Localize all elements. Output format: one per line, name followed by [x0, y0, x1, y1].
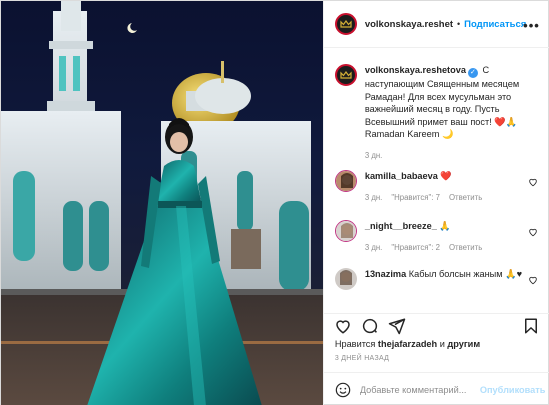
comment-username[interactable]: kamilla_babaeva	[365, 171, 438, 181]
comment-item: 13nazima Кабыл болсын жаным 🙏♥	[334, 268, 545, 290]
comment-age[interactable]: 3 дн.	[365, 242, 383, 255]
comment-likes[interactable]: "Нравится": 7	[391, 192, 440, 205]
comment-meta: 3 дн. "Нравится": 7 Ответить	[365, 192, 525, 205]
follow-button[interactable]: Подписаться	[464, 19, 526, 30]
comment-age[interactable]: 3 дн.	[365, 192, 383, 205]
crown-logo-icon	[340, 20, 352, 28]
comment-username[interactable]: 13nazima	[365, 269, 406, 279]
comment-body: kamilla_babaeva ❤️ 3 дн. "Нравится": 7 О…	[365, 170, 525, 204]
comment-body: _night__breeze_ 🙏 3 дн. "Нравится": 2 От…	[365, 220, 525, 254]
post-header: volkonskaya.reshet • Подписаться •••	[323, 1, 549, 48]
comment-icon[interactable]	[361, 317, 379, 335]
likes-others[interactable]: другим	[447, 339, 480, 349]
likes-summary: Нравится thejafarzadeh и другим	[335, 339, 480, 349]
like-comment-heart-icon[interactable]	[528, 275, 538, 285]
likes-user[interactable]: thejafarzadeh	[378, 339, 437, 349]
instagram-post: volkonskaya.reshet • Подписаться ••• vol…	[0, 0, 549, 405]
publish-button[interactable]: Опубликовать	[480, 385, 546, 395]
more-options-icon[interactable]: •••	[523, 18, 540, 33]
comment-meta: 3 дн. "Нравится": 2 Ответить	[365, 242, 525, 255]
comment-username[interactable]: _night__breeze_	[365, 221, 437, 231]
post-photo[interactable]	[1, 1, 323, 405]
caption-age[interactable]: 3 дн.	[365, 150, 537, 163]
bookmark-icon[interactable]	[522, 317, 540, 335]
commenter-avatar[interactable]	[334, 268, 357, 290]
caption-body: volkonskaya.reshetova ✓ С наступающим Свя…	[365, 64, 537, 162]
comment-body: 13nazima Кабыл болсын жаным 🙏♥	[365, 268, 525, 290]
reply-button[interactable]: Ответить	[449, 242, 482, 255]
add-comment-bar: Опубликовать	[323, 372, 549, 405]
post-side-panel: volkonskaya.reshet • Подписаться ••• vol…	[322, 1, 549, 405]
author-username[interactable]: volkonskaya.reshet	[365, 19, 453, 30]
likes-mid: и	[437, 339, 448, 349]
comment-likes[interactable]: "Нравится": 2	[391, 242, 440, 255]
comment-item: kamilla_babaeva ❤️ 3 дн. "Нравится": 7 О…	[334, 170, 545, 204]
emoji-icon[interactable]	[335, 382, 351, 398]
post-date[interactable]: 3 ДНЕЙ НАЗАД	[335, 355, 389, 362]
commenter-photo-icon	[334, 268, 357, 290]
commenter-avatar[interactable]	[334, 220, 357, 242]
mosque-night-photo	[1, 1, 323, 405]
share-icon[interactable]	[388, 317, 406, 335]
like-comment-heart-icon[interactable]	[528, 227, 538, 237]
commenter-photo-icon	[335, 221, 356, 241]
post-actions	[323, 313, 549, 339]
author-avatar[interactable]	[334, 13, 357, 35]
comment-text: 🙏	[436, 221, 451, 231]
caption: volkonskaya.reshetova ✓ С наступающим Свя…	[334, 64, 540, 162]
like-comment-heart-icon[interactable]	[528, 177, 538, 187]
comment-text: Кабыл болсын жаным 🙏♥	[406, 269, 523, 279]
comment-text: ❤️	[437, 171, 452, 181]
heart-icon[interactable]	[334, 317, 352, 335]
caption-username[interactable]: volkonskaya.reshetova	[365, 65, 466, 75]
caption-text: С наступающим Священным месяцем Рамадан!…	[364, 65, 520, 139]
commenter-photo-icon	[335, 171, 356, 191]
likes-prefix: Нравится	[334, 339, 378, 349]
header-separator: •	[457, 19, 461, 29]
comment-input[interactable]	[359, 384, 478, 395]
commenter-avatar[interactable]	[334, 170, 357, 192]
caption-avatar[interactable]	[334, 64, 357, 86]
crown-logo-icon	[340, 71, 352, 79]
verified-badge-icon: ✓	[467, 68, 478, 78]
comment-item: _night__breeze_ 🙏 3 дн. "Нравится": 2 От…	[334, 220, 545, 254]
comments-list[interactable]: volkonskaya.reshetova ✓ С наступающим Свя…	[324, 49, 549, 314]
reply-button[interactable]: Ответить	[449, 192, 482, 205]
